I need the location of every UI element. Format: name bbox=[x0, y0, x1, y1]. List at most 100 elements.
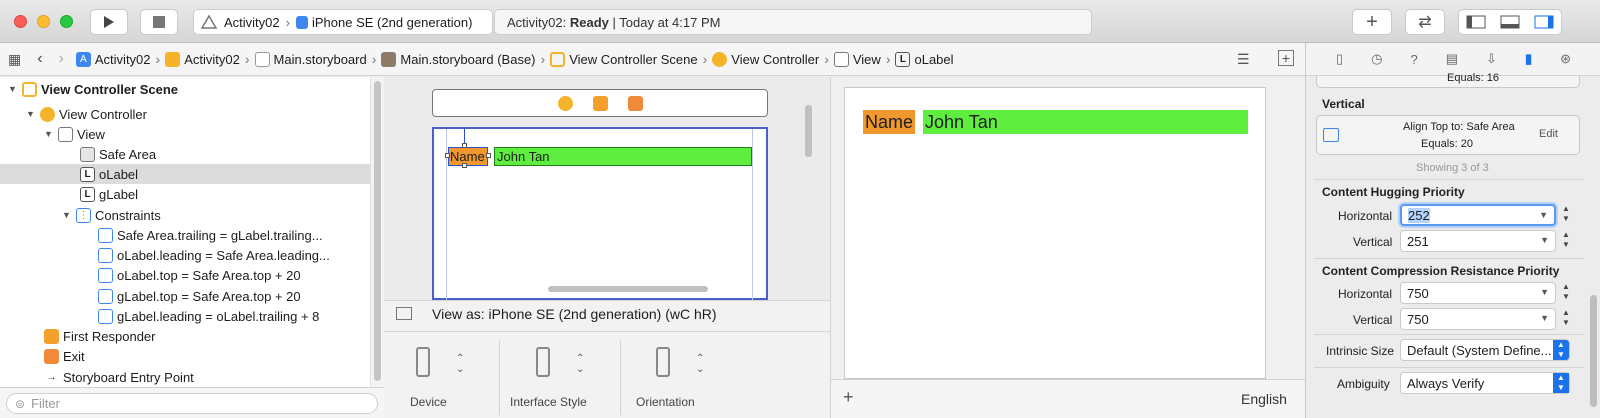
zoom-window-button[interactable] bbox=[60, 15, 73, 28]
outline-item-safe-area[interactable]: Safe Area bbox=[80, 144, 156, 164]
hugging-vertical-stepper[interactable]: ▲ ▼ bbox=[1561, 230, 1571, 252]
navigator-toggle-icon[interactable] bbox=[1466, 15, 1486, 29]
intrinsic-size-value: Default (System Define... bbox=[1407, 342, 1552, 358]
olabel-canvas[interactable]: Name bbox=[448, 147, 488, 166]
breadcrumb-view-controller[interactable]: View Controller bbox=[712, 51, 819, 67]
outline-item-first-responder[interactable]: First Responder bbox=[44, 326, 155, 346]
constraints-icon: ⋮ bbox=[76, 207, 91, 223]
scroll-thumb[interactable] bbox=[374, 81, 381, 381]
adjust-editor-icon[interactable]: ☰ bbox=[1237, 51, 1250, 68]
resize-handle[interactable] bbox=[462, 143, 467, 148]
orientation-option[interactable]: ⌃ ⌄ Orientation bbox=[636, 345, 764, 415]
outline-item-constraint[interactable]: oLabel.top = Safe Area.top + 20 bbox=[98, 265, 301, 285]
outline-item-view-controller[interactable]: ▼ View Controller bbox=[26, 104, 147, 124]
close-window-button[interactable] bbox=[14, 15, 27, 28]
back-arrow-icon[interactable]: ‹ bbox=[37, 50, 42, 68]
constraint-card[interactable]: Align Top to: Safe Area Equals: 20 Edit bbox=[1316, 115, 1580, 155]
label-icon: L bbox=[80, 186, 95, 202]
resize-handle[interactable] bbox=[486, 153, 491, 158]
attributes-inspector-icon[interactable]: ⇩ bbox=[1486, 51, 1497, 67]
outline-item-scene[interactable]: ▼ View Controller Scene bbox=[8, 79, 178, 99]
filter-field[interactable]: ⊜ Filter bbox=[6, 393, 378, 414]
connections-inspector-icon[interactable]: ⊛ bbox=[1560, 51, 1571, 67]
compression-vertical-stepper[interactable]: ▲ ▼ bbox=[1561, 308, 1571, 330]
compression-vertical-field[interactable]: 750 ▼ bbox=[1400, 308, 1556, 330]
minimize-window-button[interactable] bbox=[37, 15, 50, 28]
size-inspector-icon[interactable]: ▮ bbox=[1525, 51, 1532, 67]
debug-area-toggle-icon[interactable] bbox=[1500, 15, 1520, 29]
storyboard-canvas[interactable]: Name John Tan bbox=[384, 77, 830, 302]
preview-language[interactable]: English bbox=[1241, 391, 1287, 407]
breadcrumb-storyboard-base[interactable]: Main.storyboard (Base) bbox=[381, 51, 536, 67]
edit-button[interactable]: Edit bbox=[1539, 128, 1558, 140]
library-button[interactable]: + bbox=[1352, 9, 1392, 35]
breadcrumb-view[interactable]: View bbox=[833, 51, 881, 67]
outline-item-constraint[interactable]: Safe Area.trailing = gLabel.trailing... bbox=[98, 225, 323, 245]
stepper-icon[interactable]: ⌃ ⌄ bbox=[576, 353, 584, 375]
breadcrumb-folder[interactable]: Activity02 bbox=[165, 51, 240, 67]
stepper-icon[interactable]: ⌃ ⌄ bbox=[456, 353, 464, 375]
outline-item-olabel[interactable]: LoLabel bbox=[0, 164, 370, 184]
inspector-scrollbar[interactable] bbox=[1590, 295, 1597, 407]
stepper-icon[interactable]: ⌃ ⌄ bbox=[696, 353, 704, 375]
disclosure-triangle-icon[interactable]: ▼ bbox=[62, 210, 76, 220]
divider bbox=[1314, 179, 1584, 180]
hugging-horizontal-stepper[interactable]: ▲ ▼ bbox=[1561, 204, 1571, 226]
canvas-vertical-scrollbar[interactable] bbox=[805, 105, 812, 157]
outline-item-view[interactable]: ▼ View bbox=[44, 124, 105, 144]
outline-filter-bar: ⊜ Filter bbox=[0, 387, 384, 418]
scheme-selector[interactable]: Activity02 › iPhone SE (2nd generation) bbox=[193, 9, 493, 35]
status-project: Activity02: bbox=[507, 14, 567, 30]
file-inspector-icon[interactable]: ▯ bbox=[1336, 51, 1343, 67]
breadcrumb-storyboard[interactable]: Main.storyboard bbox=[254, 51, 367, 67]
resize-handle[interactable] bbox=[445, 153, 450, 158]
exit-icon bbox=[44, 348, 59, 364]
hugging-horizontal-field[interactable]: 252 ▼ bbox=[1400, 204, 1556, 226]
outline-item-constraint[interactable]: gLabel.leading = oLabel.trailing + 8 bbox=[98, 306, 319, 326]
ambiguity-popup[interactable]: Always Verify ▲ ▼ bbox=[1400, 372, 1570, 394]
hugging-vertical-field[interactable]: 251 ▼ bbox=[1400, 230, 1556, 252]
compression-horizontal-stepper[interactable]: ▲ ▼ bbox=[1561, 282, 1571, 304]
disclosure-triangle-icon[interactable]: ▼ bbox=[26, 109, 40, 119]
stop-button[interactable] bbox=[140, 9, 178, 35]
outline-item-constraint[interactable]: gLabel.top = Safe Area.top + 20 bbox=[98, 286, 301, 306]
breadcrumb: A Activity02 › Activity02 › Main.storyboa… bbox=[75, 51, 954, 67]
document-outline-toggle-icon[interactable] bbox=[396, 307, 412, 320]
view-controller-view[interactable]: Name John Tan bbox=[432, 127, 768, 302]
add-editor-icon[interactable]: + bbox=[1278, 50, 1294, 66]
history-inspector-icon[interactable]: ◷ bbox=[1371, 51, 1382, 67]
help-inspector-icon[interactable]: ? bbox=[1411, 52, 1418, 67]
breadcrumb-scene[interactable]: View Controller Scene bbox=[550, 51, 698, 67]
disclosure-triangle-icon[interactable]: ▼ bbox=[8, 84, 22, 94]
outline-scrollbar[interactable] bbox=[370, 77, 384, 387]
interface-style-option[interactable]: ⌃ ⌄ Interface Style bbox=[510, 345, 644, 415]
exit-icon[interactable] bbox=[627, 95, 643, 111]
add-preview-button[interactable]: + bbox=[843, 387, 854, 408]
outline-item-constraints[interactable]: ▼ ⋮ Constraints bbox=[62, 205, 161, 225]
run-button[interactable] bbox=[90, 9, 128, 35]
disclosure-triangle-icon[interactable]: ▼ bbox=[44, 129, 58, 139]
intrinsic-size-popup[interactable]: Default (System Define... ▲ ▼ bbox=[1400, 339, 1570, 361]
first-responder-icon[interactable] bbox=[592, 95, 608, 111]
divider bbox=[620, 341, 621, 415]
outline-item-entry-point[interactable]: → Storyboard Entry Point bbox=[44, 367, 194, 387]
breadcrumb-label[interactable]: LoLabel bbox=[895, 51, 954, 67]
iphone-icon bbox=[536, 347, 550, 377]
outline-item-glabel[interactable]: LgLabel bbox=[80, 184, 138, 204]
glabel-canvas[interactable]: John Tan bbox=[494, 147, 752, 166]
code-review-button[interactable]: ⇄ bbox=[1405, 9, 1445, 35]
inspector-toggle-icon[interactable] bbox=[1534, 15, 1554, 29]
resize-handle[interactable] bbox=[462, 163, 467, 168]
outline-item-exit[interactable]: Exit bbox=[44, 346, 85, 366]
canvas-horizontal-scrollbar[interactable] bbox=[548, 286, 708, 292]
size-inspector: ▯ ◷ ? ▤ ⇩ ▮ ⊛ Equals: 16 Vertical Align … bbox=[1305, 43, 1600, 418]
outline-item-constraint[interactable]: oLabel.leading = Safe Area.leading... bbox=[98, 245, 330, 265]
breadcrumb-project[interactable]: A Activity02 bbox=[75, 51, 151, 67]
compression-horizontal-field[interactable]: 750 ▼ bbox=[1400, 282, 1556, 304]
view-controller-icon[interactable] bbox=[557, 95, 573, 111]
related-items-grid-icon[interactable]: ▦ bbox=[8, 51, 21, 68]
chevron-down-icon: ▼ bbox=[1540, 313, 1549, 323]
forward-arrow-icon[interactable]: › bbox=[59, 50, 64, 68]
compression-title: Content Compression Resistance Priority bbox=[1322, 264, 1560, 278]
identity-inspector-icon[interactable]: ▤ bbox=[1446, 51, 1458, 67]
